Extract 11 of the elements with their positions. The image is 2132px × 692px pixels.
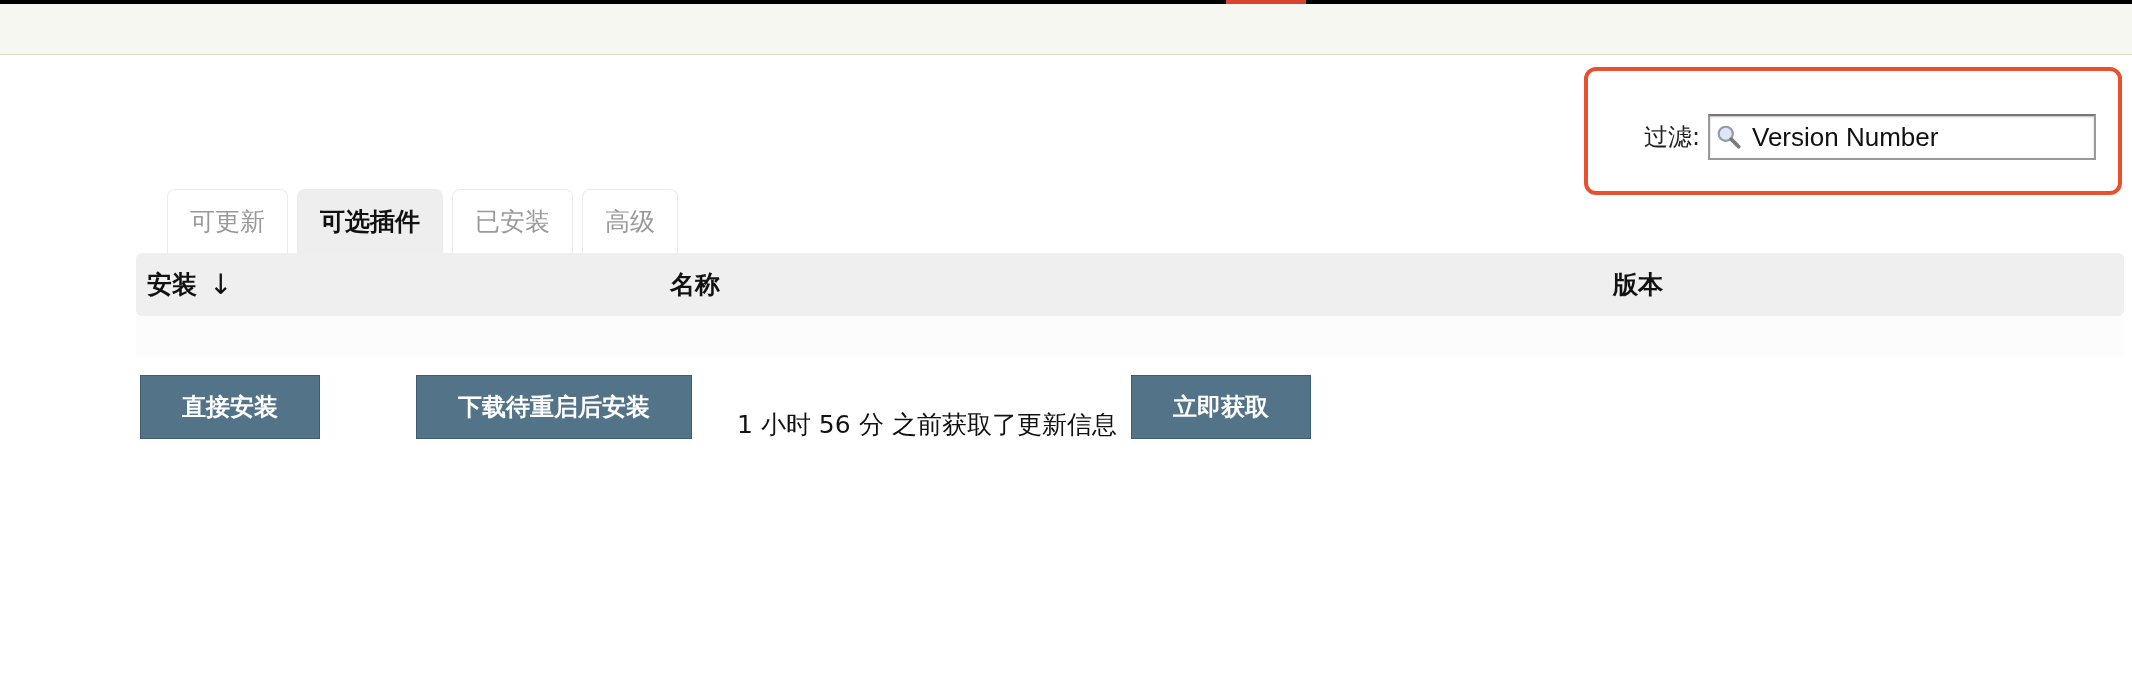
install-after-restart-button[interactable]: 下载待重启后安装 — [416, 375, 692, 439]
column-header[interactable]: 名称 — [670, 268, 720, 301]
filter-field[interactable]: Version Number — [1708, 114, 2096, 160]
install-button[interactable]: 直接安装 — [140, 375, 320, 439]
fetch-now-button[interactable]: 立即获取 — [1130, 375, 1311, 439]
sort-arrow: ↓ — [209, 268, 233, 301]
filter-label: 过滤: — [1643, 122, 1700, 153]
column-header[interactable]: 安装 — [147, 268, 197, 301]
tab[interactable]: 可选插件 — [297, 189, 443, 253]
column-header[interactable]: 版本 — [1613, 268, 1663, 301]
update-status-text: 1 小时 56 分 之前获取了更新信息 — [737, 409, 1117, 441]
